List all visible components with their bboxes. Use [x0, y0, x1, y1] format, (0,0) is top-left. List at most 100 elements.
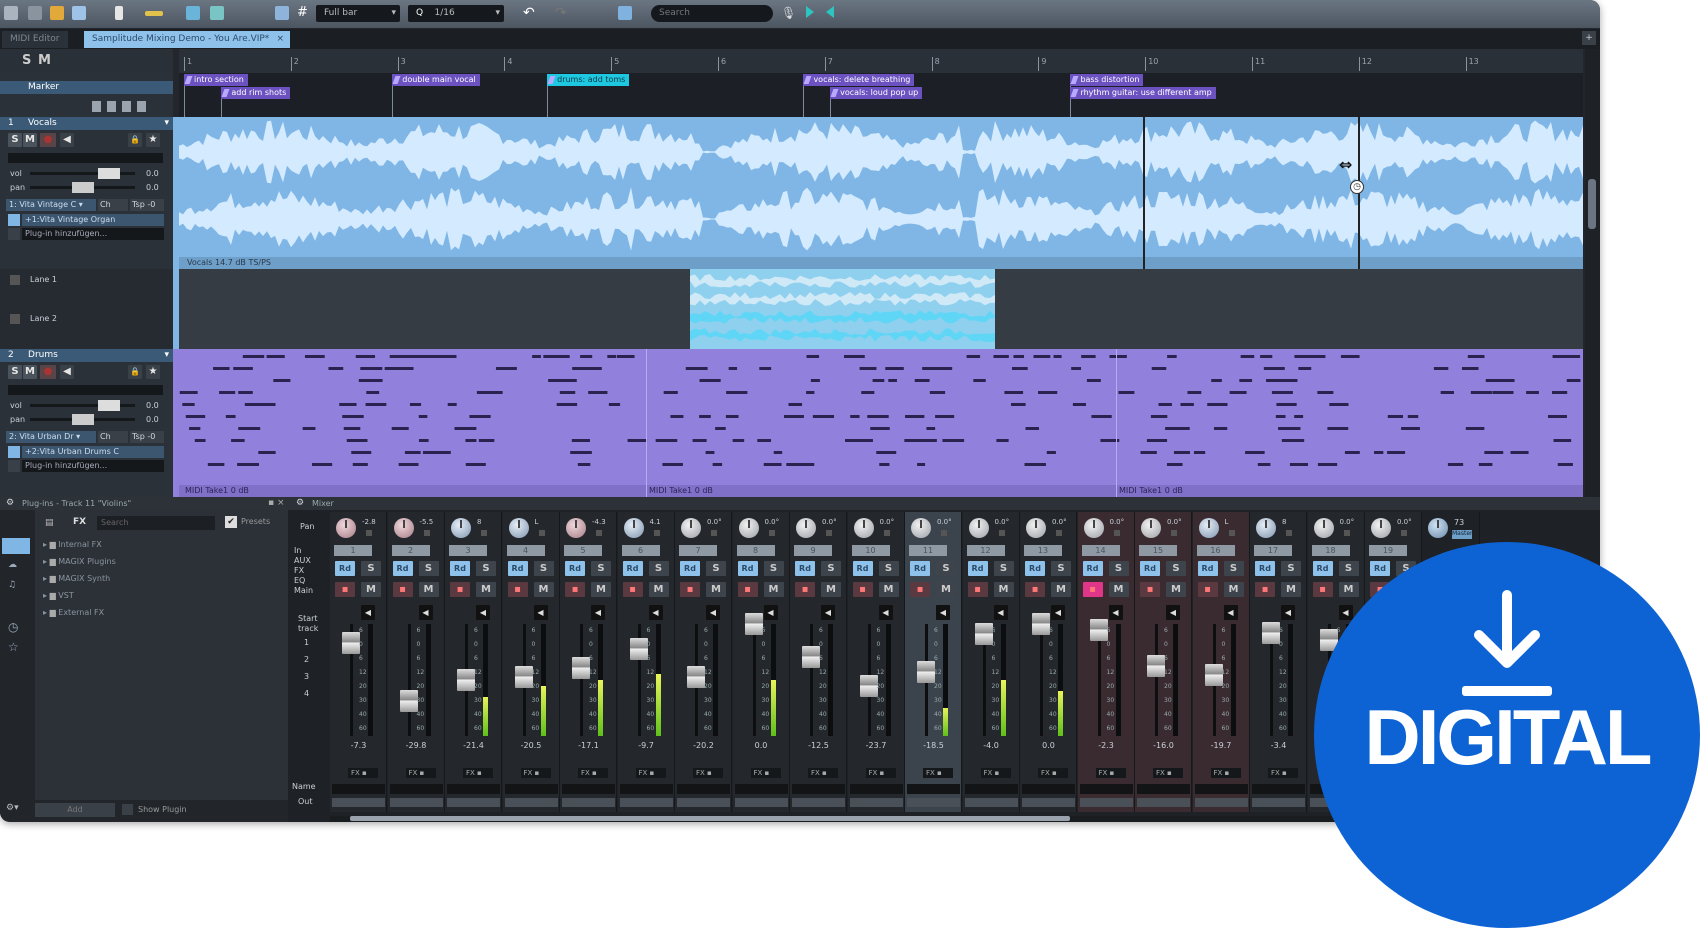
fx-slot[interactable]: FX ▪	[693, 768, 723, 778]
mixer-channel-17[interactable]: 8 17 Rd S ▪ M ◀ 6 0 6 12 20 30 40 60 -3.4 FX ▪	[1250, 512, 1307, 812]
midi-note[interactable]	[1465, 427, 1485, 430]
mute-button[interactable]: M	[821, 582, 841, 597]
midi-note[interactable]	[580, 355, 593, 358]
lane-solo-button[interactable]	[10, 314, 20, 324]
midi-note[interactable]	[258, 451, 276, 454]
pan-link-button[interactable]	[768, 530, 775, 536]
read-automation-button[interactable]: Rd	[622, 561, 643, 576]
midi-note[interactable]	[1551, 391, 1568, 394]
fx-star-icon[interactable]: ★	[146, 365, 160, 379]
mixer-channel-14[interactable]: 0.0° 14 Rd S ▪ M ◀ 6 0 6 12 20 30 40 60 -2.3 FX…	[1077, 512, 1135, 812]
slider-handle[interactable]	[98, 168, 120, 179]
midi-note[interactable]	[861, 391, 875, 394]
scrollbar-thumb[interactable]	[1588, 179, 1596, 229]
midi-note[interactable]	[304, 355, 325, 358]
add-plugin-slot[interactable]: Plug-in hinzufügen...	[22, 460, 164, 472]
gear-icon[interactable]: ⚙	[6, 498, 14, 508]
mute-button[interactable]: M	[361, 582, 381, 597]
pan-knob[interactable]	[796, 518, 816, 538]
midi-note[interactable]	[712, 463, 723, 466]
midi-note[interactable]	[242, 355, 265, 358]
midi-note[interactable]	[1012, 367, 1028, 370]
play-back-icon[interactable]	[826, 6, 834, 18]
midi-note[interactable]	[1287, 379, 1298, 382]
mute-button[interactable]: M	[1338, 582, 1359, 597]
speaker-icon[interactable]: ◀	[1166, 605, 1180, 620]
mute-button[interactable]: M	[648, 582, 669, 597]
midi-note[interactable]	[366, 391, 380, 394]
pan-link-button[interactable]	[1343, 530, 1350, 536]
midi-note[interactable]	[1187, 391, 1202, 394]
output-select[interactable]	[504, 798, 558, 807]
output-select[interactable]	[332, 798, 385, 807]
midi-note[interactable]	[663, 391, 678, 394]
fx-slot[interactable]: FX ▪	[1268, 768, 1298, 778]
midi-note[interactable]	[427, 355, 437, 358]
read-automation-button[interactable]: Rd	[1197, 561, 1218, 576]
output-select[interactable]	[1252, 798, 1305, 807]
pan-knob[interactable]	[1313, 518, 1334, 538]
midi-channel-field[interactable]: Ch	[98, 431, 128, 443]
midi-note[interactable]	[725, 415, 739, 418]
output-select[interactable]	[562, 798, 615, 807]
mute-button[interactable]: M	[1281, 582, 1301, 597]
volume-fader[interactable]	[629, 638, 648, 661]
snap-icon[interactable]	[186, 6, 200, 20]
channel-name-field[interactable]	[562, 784, 615, 794]
plugin-icon[interactable]	[8, 214, 20, 226]
favorites-star-icon[interactable]: ☆	[8, 640, 19, 654]
volume-fader[interactable]	[917, 661, 935, 684]
slider-handle[interactable]	[98, 400, 120, 411]
pan-link-button[interactable]	[1286, 530, 1292, 536]
speaker-icon[interactable]: ◀	[1281, 605, 1295, 620]
mute-button[interactable]: M	[1223, 582, 1244, 597]
midi-note[interactable]	[1086, 379, 1101, 382]
speaker-icon[interactable]: ◀	[1051, 605, 1065, 620]
pan-knob[interactable]	[1198, 518, 1219, 538]
midi-note[interactable]	[873, 415, 888, 418]
pan-link-button[interactable]	[1401, 530, 1407, 536]
fx-slot[interactable]: FX ▪	[520, 768, 551, 778]
midi-note[interactable]	[1146, 439, 1168, 442]
record-arm-button[interactable]: ▪	[1197, 582, 1218, 597]
midi-note[interactable]	[1407, 415, 1419, 418]
input-select[interactable]: 15	[1139, 545, 1177, 556]
midi-note[interactable]	[351, 451, 372, 454]
output-select[interactable]	[964, 798, 1018, 807]
midi-note[interactable]	[917, 463, 926, 466]
pan-knob[interactable]	[1026, 518, 1046, 538]
input-select[interactable]: 10	[851, 545, 890, 556]
input-select[interactable]: 12	[966, 545, 1005, 556]
slider-handle[interactable]	[72, 182, 94, 193]
fx-star-icon[interactable]: ★	[146, 133, 160, 147]
fx-slot[interactable]: FX ▪	[463, 768, 493, 778]
midi-note[interactable]	[219, 391, 236, 394]
input-select[interactable]: 7	[679, 545, 717, 556]
midi-note[interactable]	[418, 415, 428, 418]
midi-note[interactable]	[1387, 451, 1406, 454]
solo-button[interactable]: S	[1166, 561, 1186, 576]
midi-note[interactable]	[1173, 427, 1190, 430]
pan-knob[interactable]	[738, 518, 759, 538]
midi-note[interactable]	[384, 367, 404, 370]
midi-note[interactable]	[1167, 355, 1177, 358]
quantize-select[interactable]: Q 1/16 ▾	[408, 5, 504, 22]
channel-name-field[interactable]	[504, 784, 558, 794]
solo-button[interactable]: S	[533, 561, 554, 576]
history-icon[interactable]: ◷	[8, 620, 18, 634]
read-automation-button[interactable]: Rd	[680, 561, 700, 576]
mute-button[interactable]: M	[1108, 582, 1129, 597]
speaker-icon[interactable]: ◀	[418, 605, 433, 620]
midi-note[interactable]	[870, 427, 882, 430]
redo-icon[interactable]: ↷	[555, 6, 569, 20]
midi-note[interactable]	[1340, 355, 1360, 358]
input-select[interactable]: 6	[621, 545, 660, 556]
read-automation-button[interactable]: Rd	[852, 561, 873, 576]
midi-note[interactable]	[929, 391, 946, 394]
presets-checkbox[interactable]: ✔	[225, 516, 237, 528]
volume-fader[interactable]	[457, 668, 475, 691]
midi-note[interactable]	[1257, 463, 1271, 466]
speaker-icon[interactable]: ◀	[476, 605, 490, 620]
channel-name-field[interactable]	[792, 784, 845, 794]
midi-note[interactable]	[1512, 451, 1529, 454]
